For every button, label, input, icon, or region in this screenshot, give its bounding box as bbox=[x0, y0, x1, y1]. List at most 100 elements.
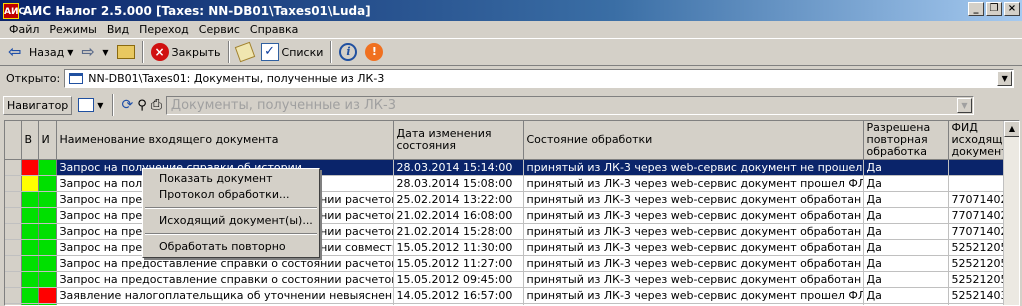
lists-button[interactable]: ✓ Списки bbox=[257, 40, 328, 64]
cell-repeat-allowed: Да bbox=[863, 287, 949, 304]
status-v-indicator bbox=[21, 287, 39, 304]
close-icon: × bbox=[150, 43, 169, 61]
status-v-indicator bbox=[21, 223, 39, 240]
status-v-indicator bbox=[21, 175, 39, 192]
list-view-icon bbox=[78, 98, 95, 112]
cell-status: принятый из ЛК-3 через web-сервис докуме… bbox=[523, 287, 864, 304]
column-header-repeat[interactable]: Разрешена повторная обработка bbox=[863, 121, 949, 160]
navigator-combo: Документы, полученные из ЛК-3 ▼ bbox=[165, 95, 974, 115]
menu-help[interactable]: Справка bbox=[245, 23, 303, 36]
menu-modes[interactable]: Режимы bbox=[44, 23, 101, 36]
column-header-status[interactable]: Состояние обработки bbox=[523, 121, 864, 160]
arrow-left-icon: ⇦ bbox=[8, 42, 22, 61]
row-indicator bbox=[5, 207, 22, 224]
status-i-indicator bbox=[38, 287, 57, 304]
menu-service[interactable]: Сервис bbox=[194, 23, 245, 36]
menu-file[interactable]: Файл bbox=[4, 23, 44, 36]
row-indicator bbox=[5, 175, 22, 192]
status-v-indicator bbox=[21, 191, 39, 208]
cell-status: принятый из ЛК-3 через web-сервис докуме… bbox=[523, 207, 864, 224]
back-label: Назад bbox=[29, 45, 65, 59]
edit-button[interactable] bbox=[233, 40, 257, 64]
chevron-down-icon[interactable]: ▼ bbox=[997, 70, 1013, 86]
info-button[interactable]: i bbox=[335, 40, 361, 64]
close-window-button[interactable]: × bbox=[1004, 2, 1020, 16]
row-indicator bbox=[5, 159, 22, 176]
toolbar-separator bbox=[141, 41, 144, 63]
back-button[interactable]: ⇦ Назад ▼ bbox=[4, 40, 77, 64]
toolbar-separator bbox=[112, 94, 115, 116]
cell-date: 15.05.2012 11:27:00 bbox=[393, 255, 524, 272]
cell-date: 15.05.2012 11:30:00 bbox=[393, 239, 524, 256]
scroll-up-icon[interactable]: ▲ bbox=[1004, 121, 1019, 137]
status-i-indicator bbox=[38, 175, 57, 192]
menu-item-show-document[interactable]: Показать документ bbox=[143, 171, 319, 187]
view-mode-button[interactable]: ▼ bbox=[76, 93, 105, 117]
forward-button[interactable]: ⇨ ▼ bbox=[77, 40, 112, 64]
cell-repeat-allowed: Да bbox=[863, 255, 949, 272]
checklist-icon: ✓ bbox=[260, 43, 279, 61]
menu-item-protocol[interactable]: Протокол обработки... bbox=[143, 187, 319, 203]
cell-repeat-allowed: Да bbox=[863, 223, 949, 240]
printer-icon[interactable]: ⎙ bbox=[151, 97, 162, 113]
row-indicator-header bbox=[5, 121, 22, 160]
menu-separator bbox=[145, 207, 317, 209]
column-header-i[interactable]: И bbox=[38, 121, 57, 160]
cell-status: принятый из ЛК-3 через web-сервис докуме… bbox=[523, 271, 864, 288]
cell-date: 21.02.2014 15:28:00 bbox=[393, 223, 524, 240]
refresh-icon[interactable]: ⟳ bbox=[121, 97, 133, 113]
cell-repeat-allowed: Да bbox=[863, 175, 949, 192]
opened-path-combo[interactable]: NN-DB01\Taxes01: Документы, полученные и… bbox=[64, 68, 1015, 88]
cell-repeat-allowed: Да bbox=[863, 271, 949, 288]
lists-label: Списки bbox=[281, 45, 324, 59]
status-i-indicator bbox=[38, 207, 57, 224]
column-header-date[interactable]: Дата изменения состояния bbox=[393, 121, 524, 160]
column-header-v[interactable]: В bbox=[21, 121, 39, 160]
cell-repeat-allowed: Да bbox=[863, 191, 949, 208]
opened-path-value: NN-DB01\Taxes01: Документы, полученные и… bbox=[88, 71, 385, 85]
cell-date: 14.05.2012 16:57:00 bbox=[393, 287, 524, 304]
cell-status: принятый из ЛК-3 через web-сервис докуме… bbox=[523, 191, 864, 208]
folder-up-icon bbox=[116, 45, 135, 59]
status-v-indicator bbox=[21, 207, 39, 224]
cell-repeat-allowed: Да bbox=[863, 159, 949, 176]
status-i-indicator bbox=[38, 239, 57, 256]
status-i-indicator bbox=[38, 271, 57, 288]
table-row[interactable]: Заявление налогоплательщика об уточнении… bbox=[5, 287, 1019, 304]
chevron-down-icon[interactable]: ▼ bbox=[67, 48, 73, 57]
menu-view[interactable]: Вид bbox=[102, 23, 134, 36]
context-menu: Показать документ Протокол обработки... … bbox=[142, 168, 320, 258]
cell-repeat-allowed: Да bbox=[863, 207, 949, 224]
menu-item-outgoing[interactable]: Исходящий документ(ы)... bbox=[143, 213, 319, 229]
status-v-indicator bbox=[21, 239, 39, 256]
binoculars-icon[interactable]: ⚲ bbox=[137, 98, 147, 113]
chevron-down-icon[interactable]: ▼ bbox=[97, 101, 103, 110]
chevron-down-icon[interactable]: ▼ bbox=[102, 48, 108, 57]
cell-date: 15.05.2012 09:45:00 bbox=[393, 271, 524, 288]
status-v-indicator bbox=[21, 271, 39, 288]
column-header-name[interactable]: Наименование входящего документа bbox=[56, 121, 394, 160]
close-document-button[interactable]: × Закрыть bbox=[147, 40, 225, 64]
minimize-button[interactable]: _ bbox=[968, 2, 984, 16]
info-icon: i bbox=[339, 43, 358, 61]
close-label: Закрыть bbox=[171, 45, 221, 59]
restore-button[interactable]: ❐ bbox=[986, 2, 1002, 16]
warning-button[interactable]: ! bbox=[361, 40, 387, 64]
app-icon: АИС bbox=[3, 2, 25, 19]
navigator-label[interactable]: Навигатор bbox=[3, 95, 73, 115]
table-header: В И Наименование входящего документа Дат… bbox=[5, 121, 1019, 160]
cell-status: принятый из ЛК-3 через web-сервис докуме… bbox=[523, 239, 864, 256]
cell-date: 28.03.2014 15:14:00 bbox=[393, 159, 524, 176]
opened-bar: Открыто: NN-DB01\Taxes01: Документы, пол… bbox=[0, 67, 1022, 89]
title-bar: АИС АИС Налог 2.5.000 [Taxes: NN-DB01\Ta… bbox=[0, 0, 1022, 21]
vertical-scrollbar[interactable]: ▲ bbox=[1003, 121, 1019, 305]
table-row[interactable]: Запрос на предоставление справки о состо… bbox=[5, 271, 1019, 288]
menu-item-reprocess[interactable]: Обработать повторно bbox=[143, 239, 319, 255]
status-i-indicator bbox=[38, 223, 57, 240]
row-indicator bbox=[5, 271, 22, 288]
menu-navigate[interactable]: Переход bbox=[134, 23, 194, 36]
up-folder-button[interactable] bbox=[113, 40, 139, 64]
cell-status: принятый из ЛК-3 через web-сервис докуме… bbox=[523, 175, 864, 192]
row-indicator bbox=[5, 191, 22, 208]
window-title: АИС Налог 2.5.000 [Taxes: NN-DB01\Taxes0… bbox=[23, 3, 371, 18]
